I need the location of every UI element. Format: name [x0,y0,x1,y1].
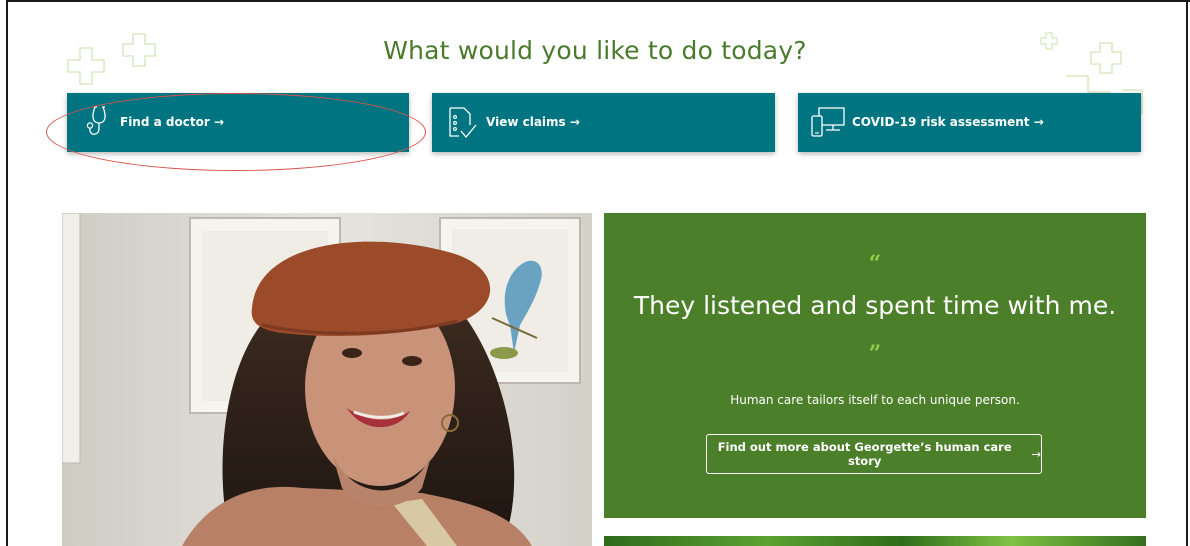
close-quote-mark: ” [868,341,882,367]
georgette-story-button[interactable]: Find out more about Georgette’s human ca… [706,434,1042,474]
testimonial-quote: They listened and spent time with me. [633,291,1117,320]
view-claims-button[interactable]: View claims → [432,93,775,152]
georgette-story-label: Find out more about Georgette’s human ca… [717,440,1012,468]
covid-risk-assessment-button[interactable]: COVID-19 risk assessment → [798,93,1141,152]
claims-document-icon [448,105,478,142]
arrow-right-icon: → [1031,447,1041,461]
frame-right-border [1186,0,1188,546]
testimonial-subtext: Human care tailors itself to each unique… [730,393,1020,407]
frame-left-border [6,0,8,546]
find-a-doctor-label: Find a doctor → [120,115,224,129]
covid-risk-assessment-label: COVID-19 risk assessment → [852,115,1044,129]
testimonial-photo [62,213,592,546]
open-quote-mark: “ [868,251,882,277]
view-claims-label: View claims → [486,115,580,129]
frame-top-border [6,0,1190,2]
stethoscope-icon [85,105,111,142]
devices-icon [810,106,846,141]
next-card-image [604,536,1146,546]
testimonial-card: “ They listened and spent time with me. … [604,213,1146,518]
find-a-doctor-button[interactable]: Find a doctor → [67,93,409,152]
page-heading: What would you like to do today? [383,36,807,65]
